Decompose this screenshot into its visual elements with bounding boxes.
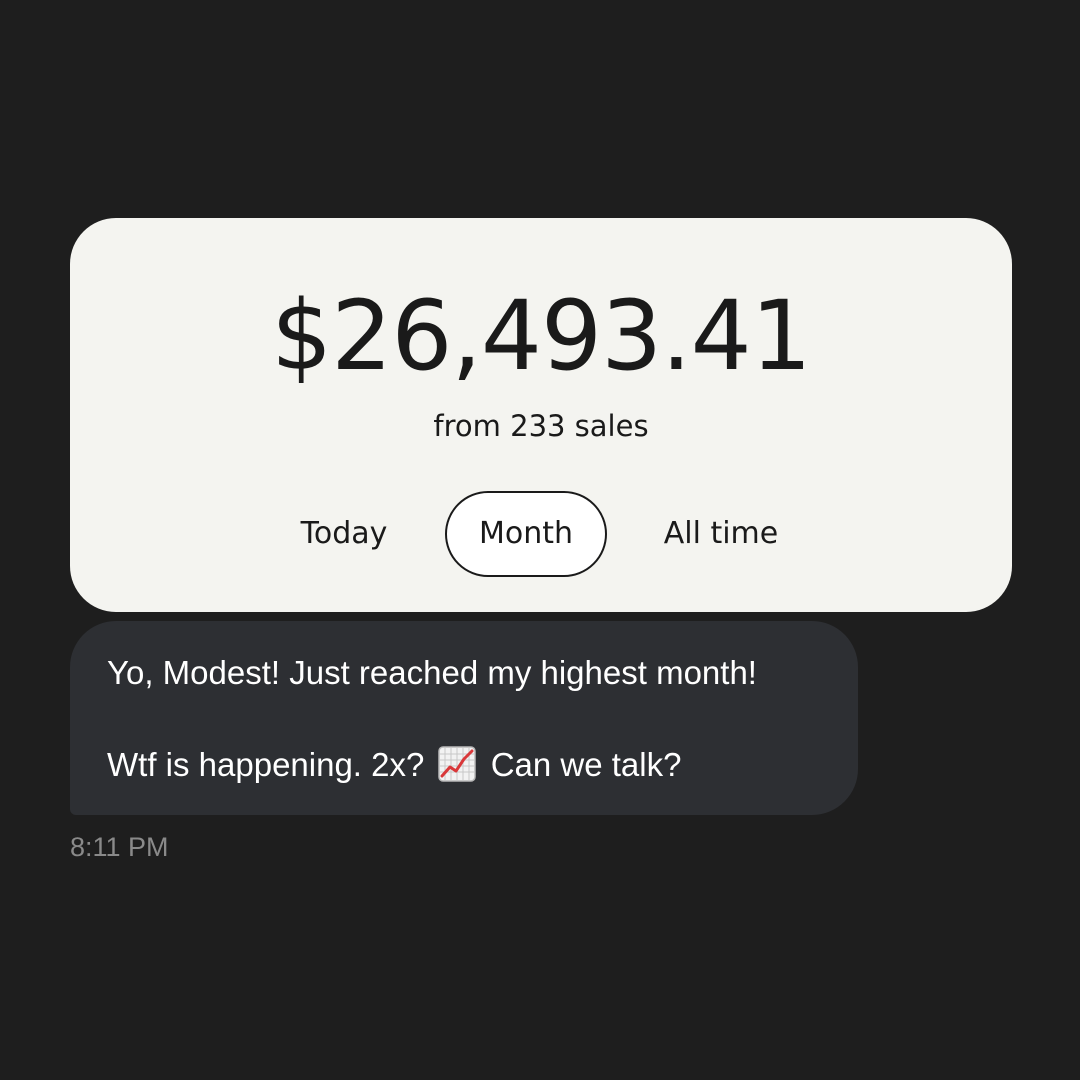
tab-all-time[interactable]: All time <box>648 491 794 577</box>
message-timestamp: 8:11 PM <box>70 832 169 862</box>
message-text-after-icon: Can we talk? <box>490 746 682 783</box>
message-line-2: Wtf is happening. 2x? Can we talk? <box>107 745 681 785</box>
sales-amount: $26,493.41 <box>271 280 812 392</box>
message-text-before-icon: Wtf is happening. 2x? <box>107 746 425 783</box>
tab-today[interactable]: Today <box>288 491 400 577</box>
canvas: $26,493.41 from 233 sales Today Month Al… <box>0 0 1080 1080</box>
chart-increasing-icon <box>437 746 476 782</box>
sales-summary-card: $26,493.41 from 233 sales Today Month Al… <box>70 218 1012 612</box>
sales-count-subtitle: from 233 sales <box>433 409 649 443</box>
period-tabs: Today Month All time <box>70 491 1012 577</box>
message-line-1: Yo, Modest! Just reached my highest mont… <box>107 654 757 691</box>
tab-month[interactable]: Month <box>445 491 607 577</box>
message-bubble[interactable]: Yo, Modest! Just reached my highest mont… <box>70 621 858 815</box>
